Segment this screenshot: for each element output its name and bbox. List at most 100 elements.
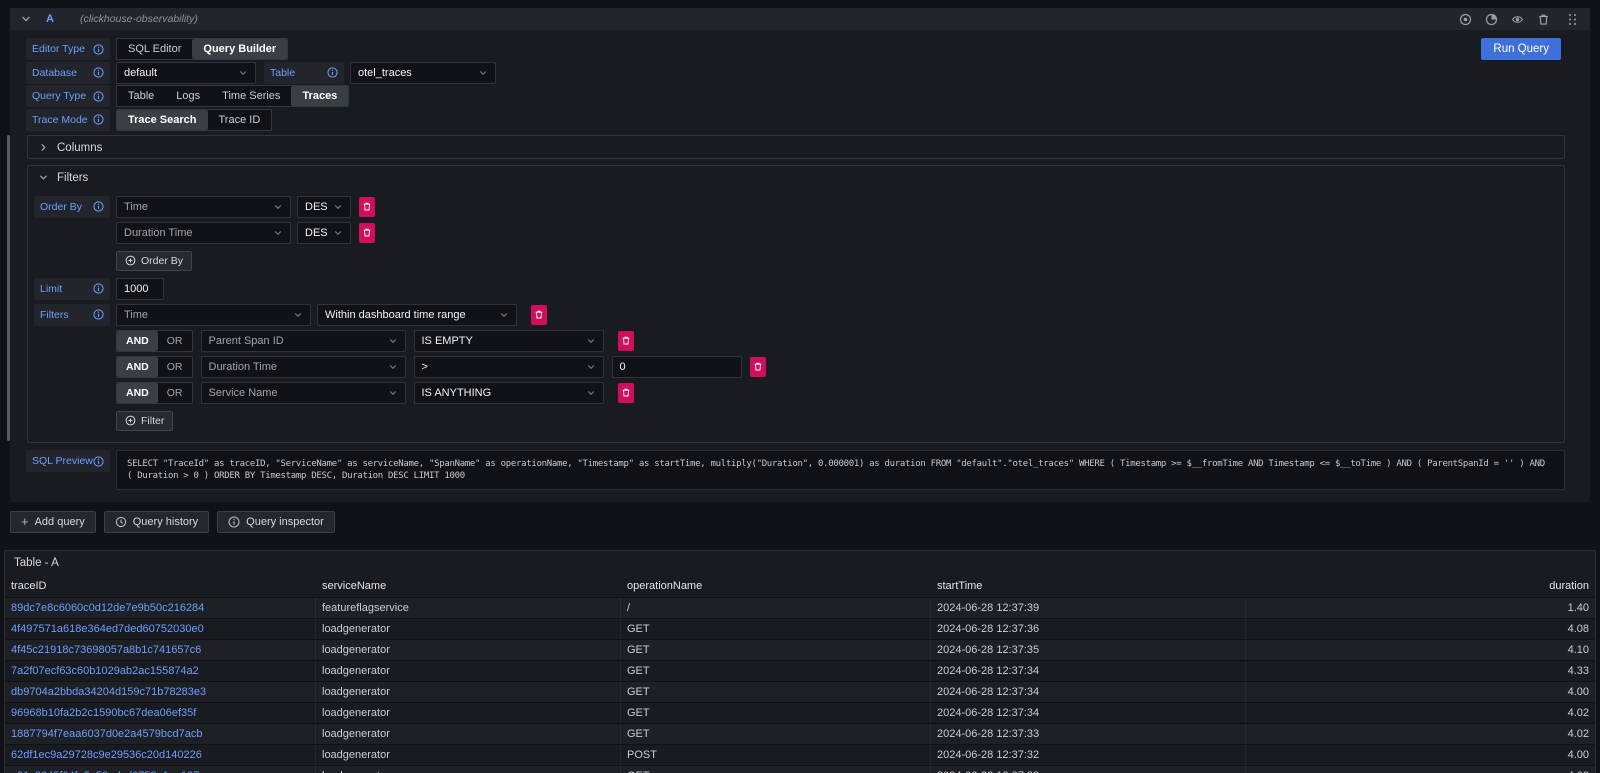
trace-id-link[interactable]: 89dc7e8c6060c0d12de7e9b50c216284 [5,598,316,618]
info-icon[interactable] [93,44,104,55]
columns-section-header[interactable]: Columns [28,136,1564,160]
order-by-direction-select[interactable]: DESC [297,196,351,218]
delete-filter-button[interactable] [531,305,547,325]
duplicate-query-icon[interactable] [1485,13,1498,26]
delete-order-by-button[interactable] [359,197,375,217]
trace-id-link[interactable]: db9704a2bbda34204d159c71b78283e3 [5,682,316,702]
order-by-field-select[interactable]: Duration Time [116,222,291,244]
filter-field-select[interactable]: Service Name [201,382,406,404]
sql-preview-text: SELECT "TraceId" as traceID, "ServiceNam… [116,450,1565,490]
query-type-traces-option[interactable]: Traces [291,86,348,106]
column-header-duration[interactable]: duration [1246,575,1595,597]
table-select[interactable]: otel_traces [350,62,496,84]
history-clock-icon [115,516,127,528]
trace-id-link[interactable]: 62df1ec9a29728c9e29536c20d140226 [5,745,316,765]
trace-id-link[interactable]: 4f497571a618e364ed7ded60752030e0 [5,619,316,639]
sql-editor-option[interactable]: SQL Editor [117,39,192,59]
and-option[interactable]: AND [117,383,158,403]
chevron-down-icon [293,310,303,320]
trace-search-option[interactable]: Trace Search [117,110,208,130]
remove-query-trash-icon[interactable] [1537,13,1550,26]
query-editor-card: A (clickhouse-observability) Editor Type… [10,8,1590,502]
trace-mode-label: Trace Mode [26,109,110,131]
operation-name-cell: GET [621,703,931,723]
query-type-timeseries-option[interactable]: Time Series [211,86,291,106]
query-type-logs-option[interactable]: Logs [165,86,211,106]
and-option[interactable]: AND [117,357,158,377]
and-option[interactable]: AND [117,331,158,351]
filter-field-select[interactable]: Duration Time [201,356,406,378]
delete-filter-button[interactable] [618,383,634,403]
filter-operator-select[interactable]: IS EMPTY [414,330,604,352]
add-order-by-button[interactable]: Order By [116,251,192,271]
info-icon[interactable] [93,201,104,212]
add-filter-button[interactable]: Filter [116,411,173,431]
column-header-operationname[interactable]: operationName [621,575,931,597]
column-header-starttime[interactable]: startTime [931,575,1246,597]
info-icon[interactable] [93,114,104,125]
trace-id-link[interactable]: 7a2f07ecf63c60b1029ab2ac155874a2 [5,661,316,681]
delete-order-by-button[interactable] [359,223,375,243]
query-history-button[interactable]: Query history [104,511,209,533]
filter-field-select[interactable]: Time [116,304,311,326]
filter-value-input[interactable]: 0 [612,356,742,378]
table-row: 7a2f07ecf63c60b1029ab2ac155874a2 loadgen… [5,660,1595,681]
info-icon[interactable] [93,309,104,320]
column-header-servicename[interactable]: serviceName [316,575,621,597]
chevron-down-icon [333,202,343,212]
trace-mode-toggle: Trace Search Trace ID [116,109,272,131]
service-name-cell: loadgenerator [316,640,621,660]
database-table-row: Database default Table otel_traces [26,62,1574,84]
query-type-table-option[interactable]: Table [117,86,165,106]
database-label: Database [26,62,110,84]
database-select[interactable]: default [116,62,256,84]
query-inspector-button[interactable]: Query inspector [217,511,335,533]
info-icon[interactable] [93,456,104,467]
start-time-cell: 2024-06-28 12:37:32 [931,745,1246,765]
info-icon[interactable] [327,67,338,78]
query-builder-option[interactable]: Query Builder [192,39,287,59]
filter-operator-select[interactable]: > [414,356,604,378]
add-query-button[interactable]: + Add query [10,511,96,533]
order-by-row: Duration Time DESC [34,222,1558,244]
limit-input[interactable]: 1000 [116,278,164,300]
service-name-cell: loadgenerator [316,724,621,744]
filter-field-select[interactable]: Parent Span ID [201,330,406,352]
filter-operator-select[interactable]: IS ANYTHING [414,382,604,404]
trace-id-link[interactable]: 1887794f7eaa6037d0e2a4579bcd7acb [5,724,316,744]
trace-id-link[interactable]: 4f45c21918c73698057a8b1c741657c6 [5,640,316,660]
order-by-field-select[interactable]: Time [116,196,291,218]
or-option[interactable]: OR [158,357,192,377]
trash-icon [362,227,372,238]
duration-cell: 1.40 [1246,598,1595,618]
results-table: traceID serviceName operationName startT… [5,575,1595,773]
editor-scrollbar[interactable] [7,135,10,441]
record-circle-icon[interactable] [1459,13,1472,26]
or-option[interactable]: OR [158,331,192,351]
or-option[interactable]: OR [158,383,192,403]
panel-title[interactable]: Table - A [5,551,1595,575]
info-icon[interactable] [93,283,104,294]
delete-filter-button[interactable] [750,357,766,377]
drag-handle-icon[interactable] [1569,14,1576,25]
collapse-chevron-icon[interactable] [20,13,32,25]
trace-id-link[interactable]: e91c3645f04fa5e58adcd0758e1ea127 [5,766,316,773]
operation-name-cell: GET [621,619,931,639]
filter-operator-select[interactable]: Within dashboard time range [317,304,517,326]
query-row-header[interactable]: A (clickhouse-observability) [10,8,1590,30]
start-time-cell: 2024-06-28 12:37:35 [931,640,1246,660]
info-icon[interactable] [93,67,104,78]
table-header-row: traceID serviceName operationName startT… [5,575,1595,597]
filters-section-header[interactable]: Filters [28,166,1564,190]
hide-response-eye-icon[interactable] [1511,13,1524,26]
order-by-direction-select[interactable]: DESC [297,222,351,244]
delete-filter-button[interactable] [618,331,634,351]
info-icon[interactable] [93,91,104,102]
trace-id-option[interactable]: Trace ID [208,110,272,130]
operation-name-cell: GET [621,766,931,773]
service-name-cell: featureflagservice [316,598,621,618]
column-header-traceid[interactable]: traceID [5,575,316,597]
run-query-button[interactable]: Run Query [1481,38,1561,60]
chevron-down-icon [388,362,398,372]
trace-id-link[interactable]: 96968b10fa2b2c1590bc67dea06ef35f [5,703,316,723]
